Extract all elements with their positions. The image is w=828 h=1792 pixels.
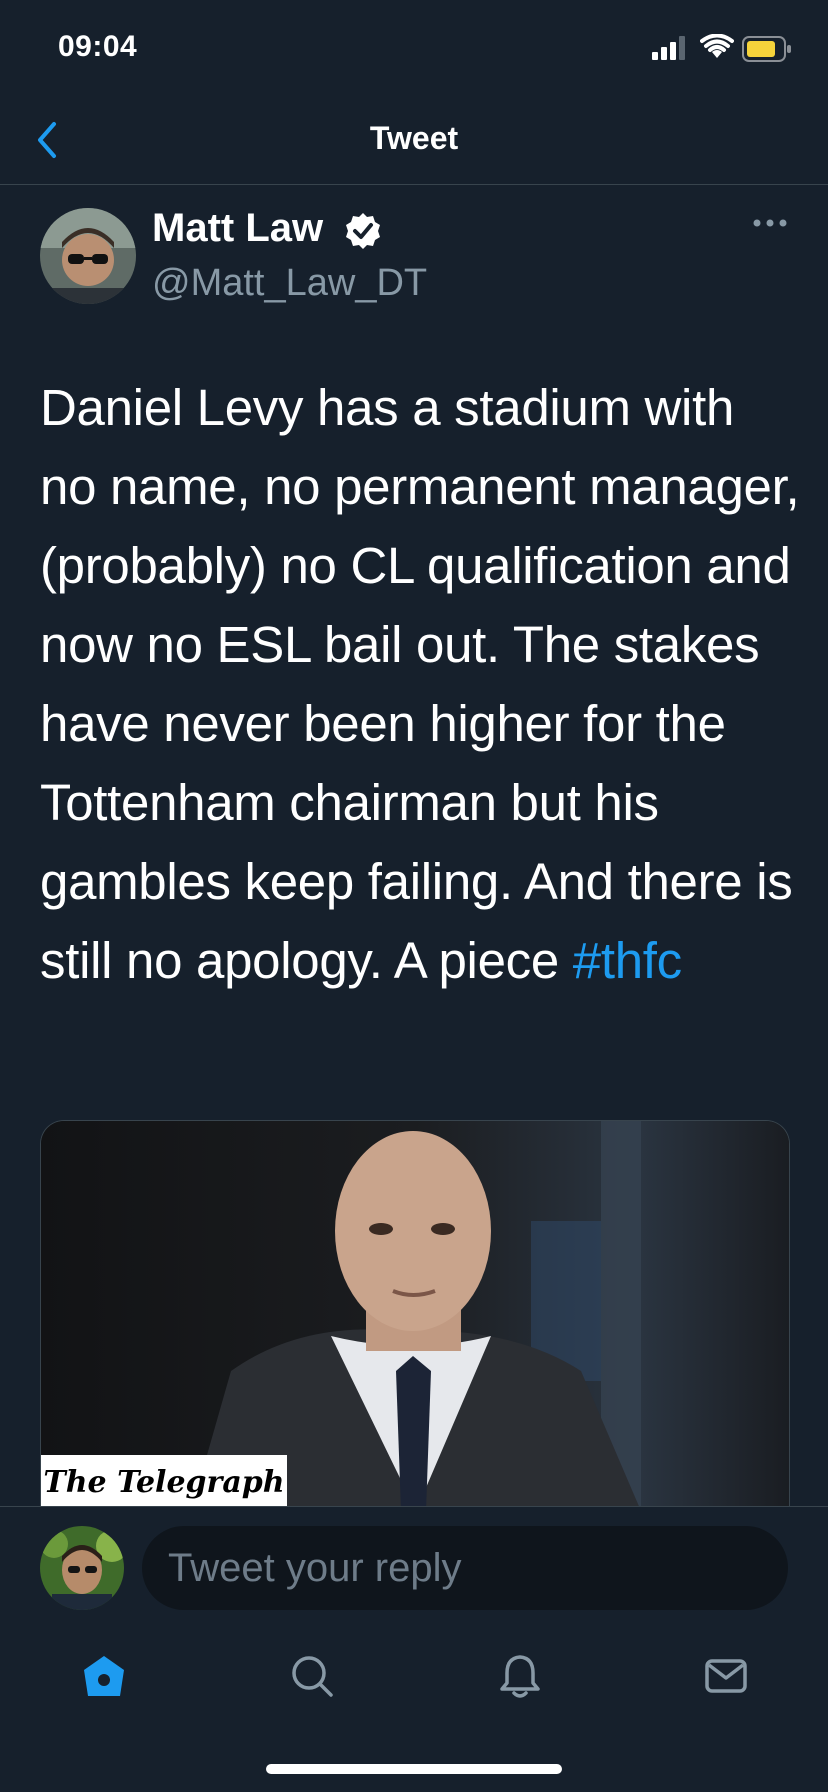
hashtag-link[interactable]: #thfc — [573, 932, 682, 989]
signal-icon — [652, 36, 685, 60]
page-title: Tweet — [369, 120, 459, 156]
verified-badge-icon — [346, 213, 380, 249]
reply-divider — [0, 1506, 828, 1507]
author-avatar[interactable] — [40, 208, 136, 304]
notifications-icon[interactable] — [496, 1652, 544, 1700]
author-name[interactable]: Matt Law — [152, 206, 323, 251]
link-card-image[interactable]: The Telegraph — [40, 1120, 790, 1511]
more-options-icon[interactable] — [752, 218, 788, 228]
home-indicator — [266, 1764, 562, 1774]
messages-icon[interactable] — [702, 1652, 750, 1700]
header-divider — [0, 184, 828, 185]
status-time: 09:04 — [58, 30, 138, 63]
tweet-body: Daniel Levy has a stadium with no name, … — [40, 379, 800, 989]
battery-icon — [742, 36, 791, 62]
wifi-icon — [700, 34, 734, 58]
card-source-label: The Telegraph — [41, 1455, 287, 1511]
reply-input[interactable] — [142, 1526, 788, 1610]
search-icon[interactable] — [288, 1652, 336, 1700]
tweet-text: Daniel Levy has a stadium with no name, … — [40, 368, 800, 1000]
my-avatar[interactable] — [40, 1526, 124, 1610]
author-handle[interactable]: @Matt_Law_DT — [152, 262, 427, 305]
home-icon[interactable] — [80, 1652, 128, 1700]
card-photo — [41, 1121, 789, 1511]
